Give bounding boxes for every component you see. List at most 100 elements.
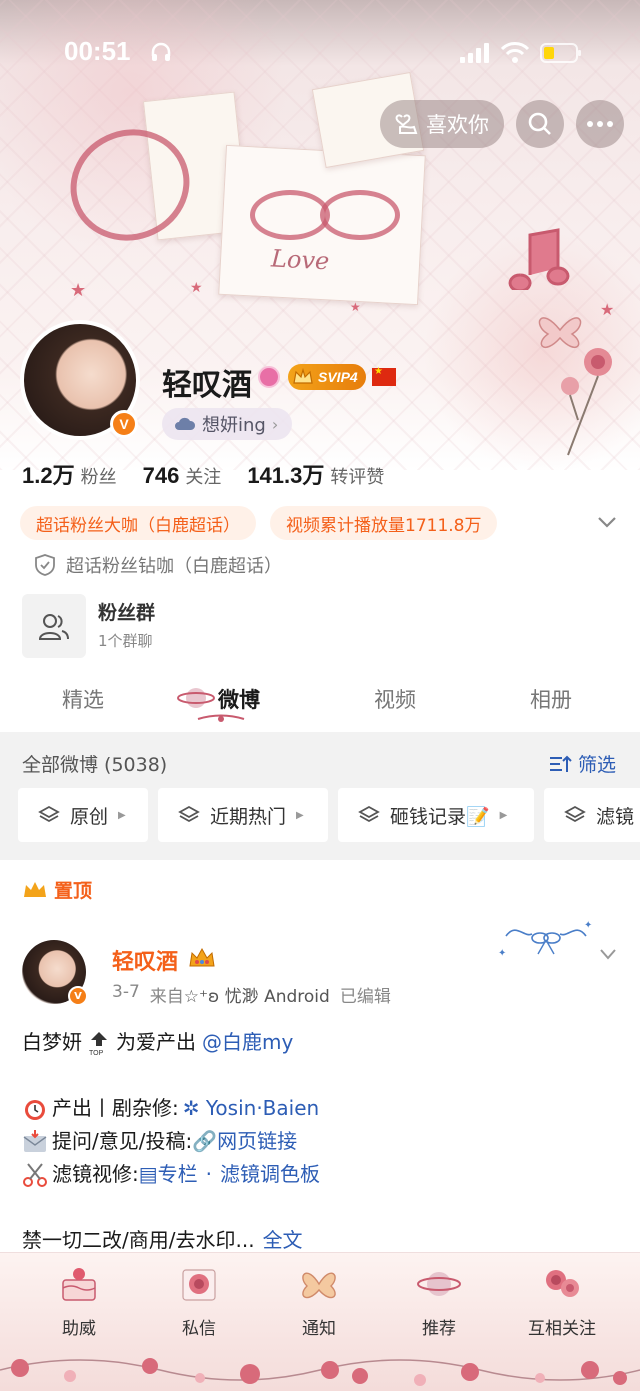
verified-badge-icon: V	[68, 986, 88, 1006]
layers-icon	[358, 805, 380, 823]
verified-badge-icon: V	[110, 410, 138, 438]
shield-check-icon	[35, 554, 55, 576]
pinned-crown-icon	[24, 881, 46, 897]
tab-album[interactable]: 相册	[530, 684, 572, 714]
tab-weibo[interactable]: 微博	[218, 684, 260, 714]
top-arrow-icon: TOP	[89, 1031, 107, 1056]
star-deco: ★	[190, 280, 203, 296]
tab-featured[interactable]: 精选	[62, 684, 104, 714]
post-text: 白梦妍	[22, 1030, 82, 1054]
tag-superfan[interactable]: 超话粉丝大咖（白鹿超话）	[20, 506, 256, 540]
chip-spending-record[interactable]: 砸钱记录📝 ▶	[338, 788, 534, 842]
honor-row[interactable]: 超话粉丝钻咖（白鹿超话）	[34, 552, 282, 578]
mutual-follow-button[interactable]: 互相关注	[514, 1262, 610, 1339]
chip-label: 近期热门	[210, 805, 287, 828]
tab-active-indicator	[197, 714, 245, 722]
svip-label: SVIP4	[318, 369, 358, 385]
mention-link[interactable]: @白鹿my	[202, 1026, 293, 1059]
notification-button[interactable]: 通知	[274, 1262, 364, 1339]
like-you-button[interactable]: 喜欢你	[380, 100, 504, 148]
link-separator: ·	[205, 1162, 213, 1186]
svip-badge[interactable]: SVIP4	[288, 364, 366, 390]
post-source-prefix: 来自	[149, 987, 184, 1007]
stat-value: 746	[142, 463, 180, 488]
filter-button[interactable]: 筛选	[548, 750, 616, 777]
banner-bow-right	[320, 190, 400, 240]
stat-following[interactable]: 746 关注	[143, 463, 222, 489]
profile-stats: 1.2万 粉丝 746 关注 141.3万 转评赞	[22, 458, 384, 490]
tab-planet-icon	[177, 688, 215, 708]
fans-group-card[interactable]: 粉丝群 1个群聊	[22, 594, 582, 658]
post-author-avatar[interactable]: V	[22, 940, 88, 1006]
message-button[interactable]: 私信	[154, 1262, 244, 1339]
tag-video-plays[interactable]: 视频累计播放量1711.8万	[270, 506, 498, 540]
chip-label: 砸钱记录📝	[390, 805, 490, 828]
star-deco: ★	[350, 300, 361, 314]
signal-icon	[460, 43, 489, 63]
butterfly-icon	[302, 1272, 336, 1299]
crown-icon	[293, 367, 313, 384]
link-text: Yosin·Baien	[205, 1096, 320, 1120]
post-text: 产出丨剧杂修:	[52, 1096, 179, 1120]
profile-tabs: 精选 微博 视频 相册	[0, 672, 640, 730]
banner-bow-left	[250, 190, 330, 240]
feed-chips: 原创 ▶ 近期热门 ▶ 砸钱记录📝 ▶ 滤镜	[18, 788, 640, 842]
chevron-down-icon[interactable]	[596, 512, 618, 532]
more-button[interactable]	[576, 100, 624, 148]
chip-arrow-icon: ▶	[499, 809, 508, 821]
flower-link-icon: ✲	[182, 1096, 206, 1120]
chip-arrow-icon: ▶	[296, 809, 304, 821]
post-line-4: 滤镜视修: ▤专栏 · 滤镜调色板	[22, 1158, 622, 1191]
post-text: 滤镜视修:	[52, 1162, 139, 1186]
post-source[interactable]: ☆⁺ʚ 忧渺 Android	[184, 987, 330, 1007]
palette-link[interactable]: 滤镜调色板	[220, 1158, 320, 1191]
link-text: 专栏	[157, 1162, 198, 1186]
status-pill[interactable]: 想妍ing ›	[162, 408, 293, 440]
chip-label: 原创	[70, 805, 109, 828]
tab-video[interactable]: 视频	[374, 684, 416, 714]
fans-group-subtitle: 1个群聊	[98, 632, 153, 650]
heart-hand-icon	[395, 114, 418, 134]
stat-interactions[interactable]: 141.3万 转评赞	[247, 458, 384, 490]
filter-label: 筛选	[578, 754, 617, 776]
chip-recent-hot[interactable]: 近期热门 ▶	[158, 788, 328, 842]
layers-icon	[38, 805, 60, 823]
recommend-button[interactable]: 推荐	[394, 1262, 484, 1339]
web-link[interactable]: 🔗网页链接	[192, 1125, 297, 1158]
fans-group-icon-box	[22, 594, 86, 658]
yosin-link[interactable]: ✲ Yosin·Baien	[183, 1092, 319, 1125]
post-date: 3-7	[112, 982, 140, 1002]
post-line-3: 提问/意见/投稿: 🔗网页链接	[22, 1125, 622, 1158]
cake-icon	[62, 1268, 96, 1301]
star-deco: ★	[600, 300, 615, 319]
rose-border-deco	[0, 1358, 640, 1386]
profile-avatar[interactable]: V	[20, 320, 140, 440]
chip-filter[interactable]: 滤镜	[544, 788, 640, 842]
link-chain-icon: 🔗	[192, 1129, 218, 1153]
search-button[interactable]	[516, 100, 564, 148]
group-icon	[38, 614, 69, 640]
chip-original[interactable]: 原创 ▶	[18, 788, 148, 842]
chevron-right-icon: ›	[271, 414, 279, 434]
column-link[interactable]: ▤专栏	[139, 1158, 198, 1191]
member-badge-icon[interactable]	[258, 366, 280, 388]
honor-text: 超话粉丝钻咖（白鹿超话）	[66, 556, 282, 577]
svg-text:TOP: TOP	[89, 1050, 104, 1056]
stat-followers[interactable]: 1.2万 粉丝	[22, 458, 117, 490]
profile-name: 轻叹酒	[162, 368, 252, 403]
post-line-2: 产出丨剧杂修: ✲ Yosin·Baien	[22, 1092, 622, 1125]
status-bar: 00:51	[0, 30, 640, 74]
svg-text:✦: ✦	[584, 920, 592, 931]
stat-label: 粉丝	[80, 467, 117, 488]
envelope-icon	[23, 1129, 47, 1152]
post-author-name[interactable]: 轻叹酒	[112, 944, 178, 976]
headphones-icon	[151, 42, 171, 61]
planet-icon	[417, 1272, 461, 1296]
post-meta: 3-7 来自☆⁺ʚ 忧渺 Android 已编辑	[112, 982, 391, 1007]
cheer-button[interactable]: 助威	[34, 1262, 124, 1339]
stat-value: 1.2万	[22, 463, 75, 488]
post-text: 为爱产出	[116, 1030, 196, 1054]
post-menu-chevron-icon[interactable]	[598, 946, 618, 962]
